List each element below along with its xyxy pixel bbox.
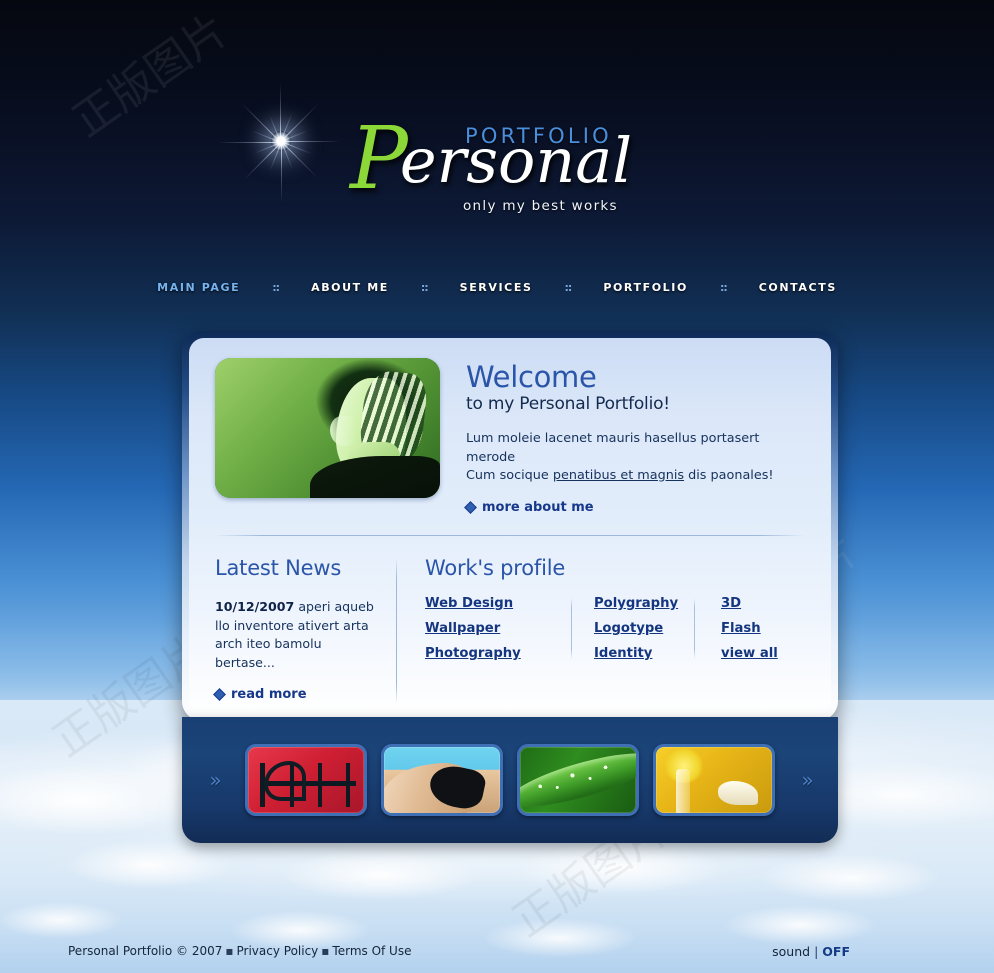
site-logo[interactable]: PORTFOLIO Personal only my best works xyxy=(350,110,670,220)
logo-script-rest: ersonal xyxy=(399,124,633,197)
gallery-prev-arrow-icon[interactable]: » xyxy=(197,768,231,792)
work-link-logotype[interactable]: Logotype xyxy=(594,621,694,636)
work-link-flash[interactable]: Flash xyxy=(721,621,805,636)
works-profile-section: Work's profile Web Design Wallpaper Phot… xyxy=(397,556,805,705)
read-more-link[interactable]: read more xyxy=(213,687,307,703)
diamond-bullet-icon xyxy=(213,688,226,702)
nav-separator: :: xyxy=(719,281,728,294)
content-panel: Welcome to my Personal Portfolio! Lum mo… xyxy=(182,331,838,721)
diamond-bullet-icon xyxy=(464,501,477,514)
nav-item-contacts[interactable]: CONTACTS xyxy=(753,279,843,296)
gallery-thumb-red-bedframe[interactable] xyxy=(245,744,367,816)
logo-tagline: only my best works xyxy=(463,198,618,214)
nav-separator: :: xyxy=(420,281,429,294)
nav-separator: :: xyxy=(564,281,573,294)
footer-link-terms-of-use[interactable]: Terms Of Use xyxy=(332,944,411,958)
site-header: PORTFOLIO Personal only my best works xyxy=(0,0,994,265)
latest-news-title: Latest News xyxy=(215,555,342,580)
welcome-body-line2-post: dis paonales! xyxy=(684,467,774,483)
latest-news-section: Latest News 10/12/2007 aperi aqueb llo i… xyxy=(213,555,396,705)
footer-left: Personal Portfolio © 2007 ▪ Privacy Policy… xyxy=(68,944,411,958)
gallery-thumb-yellow-interior[interactable] xyxy=(653,744,775,816)
gallery-thumb-swimsuit[interactable] xyxy=(381,744,503,816)
nav-separator: :: xyxy=(272,281,280,294)
work-link-identity[interactable]: Identity xyxy=(594,646,694,661)
welcome-section: Welcome to my Personal Portfolio! Lum mo… xyxy=(215,358,805,517)
work-link-view-all[interactable]: view all xyxy=(721,646,805,661)
footer-bullet: ▪ xyxy=(321,944,330,958)
sound-divider: | xyxy=(814,943,819,959)
welcome-body-line1: Lum moleie lacenet mauris hasellus porta… xyxy=(466,431,760,465)
nav-item-about-me[interactable]: ABOUT ME xyxy=(305,279,395,296)
news-date: 10/12/2007 xyxy=(215,598,295,614)
welcome-body-line2-pre: Cum socique xyxy=(466,467,553,483)
gallery-next-arrow-icon[interactable]: » xyxy=(789,768,823,792)
logo-script-text: Personal xyxy=(350,116,632,202)
nav-item-main-page[interactable]: MAIN PAGE xyxy=(151,279,246,296)
welcome-heading: Welcome xyxy=(466,360,597,394)
latest-news-body: 10/12/2007 aperi aqueb llo inventore ati… xyxy=(215,598,378,673)
main-navigation: MAIN PAGE :: ABOUT ME :: SERVICES :: POR… xyxy=(0,279,994,296)
work-link-3d[interactable]: 3D xyxy=(721,596,805,611)
works-column-3: 3D Flash view all xyxy=(695,596,805,661)
work-link-photography[interactable]: Photography xyxy=(425,646,571,661)
page-root: 正版图片 正版图片 正版图片 正版图片 正版图片 PORTFOLIO xyxy=(0,0,994,973)
horizontal-divider xyxy=(215,534,805,536)
footer-bullet: ▪ xyxy=(225,944,234,958)
more-about-me-label: more about me xyxy=(482,499,594,515)
sound-label: sound xyxy=(772,943,811,959)
hero-portrait-image[interactable] xyxy=(215,358,440,498)
work-link-polygraphy[interactable]: Polygraphy xyxy=(594,596,694,611)
nav-item-services[interactable]: SERVICES xyxy=(454,279,539,296)
footer-link-privacy-policy[interactable]: Privacy Policy xyxy=(237,944,319,958)
welcome-body: Lum moleie lacenet mauris hasellus porta… xyxy=(466,430,805,484)
sound-state[interactable]: OFF xyxy=(822,944,850,959)
sound-toggle[interactable]: sound | OFF xyxy=(772,944,850,959)
work-link-web-design[interactable]: Web Design xyxy=(425,596,571,611)
starburst-icon xyxy=(216,76,346,206)
welcome-inline-link[interactable]: penatibus et magnis xyxy=(553,468,684,483)
works-profile-title: Work's profile xyxy=(425,555,566,580)
site-footer: Personal Portfolio © 2007 ▪ Privacy Policy… xyxy=(0,938,994,964)
nav-item-portfolio[interactable]: PORTFOLIO xyxy=(597,279,694,296)
footer-copyright: Personal Portfolio © 2007 xyxy=(68,944,223,958)
works-column-2: Polygraphy Logotype Identity xyxy=(572,596,694,661)
thumbnail-gallery-bar: » » xyxy=(182,717,838,843)
welcome-subheading: to my Personal Portfolio! xyxy=(466,394,670,415)
read-more-label: read more xyxy=(231,687,307,703)
work-link-wallpaper[interactable]: Wallpaper xyxy=(425,621,571,636)
works-column-1: Web Design Wallpaper Photography xyxy=(425,596,571,661)
more-about-me-link[interactable]: more about me xyxy=(464,499,594,515)
gallery-thumb-dew-leaf[interactable] xyxy=(517,744,639,816)
